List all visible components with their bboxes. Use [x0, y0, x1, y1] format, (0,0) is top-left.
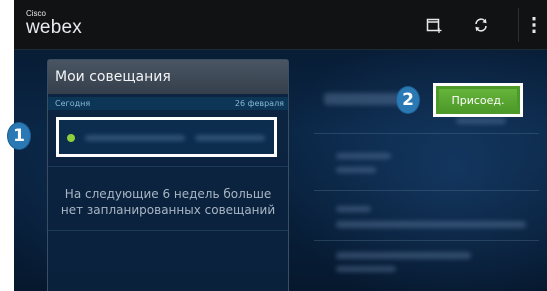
- list-divider: [48, 166, 288, 167]
- meeting-status-dot: [67, 134, 75, 142]
- date-label: 26 февраля: [234, 99, 284, 108]
- meetings-card: Мои совещания Сегодня 26 февраля На след…: [47, 59, 289, 291]
- meetings-card-title: Мои совещания: [48, 60, 288, 94]
- app-screen: Cisco webex Мои совещания Сегодня 26 фев…: [14, 0, 547, 291]
- logo-webex-text: webex: [26, 17, 82, 38]
- blurred-meeting-title: [85, 135, 185, 141]
- webex-logo: Cisco webex: [26, 10, 82, 38]
- callout-1: 1: [7, 122, 31, 150]
- blurred-detail-value: [336, 221, 526, 228]
- today-label: Сегодня: [55, 99, 91, 108]
- blurred-join-subtext: [456, 118, 506, 124]
- detail-divider: [314, 240, 539, 241]
- blurred-meeting-time: [195, 135, 265, 141]
- blurred-detail-label: [336, 153, 391, 159]
- overflow-menu-icon[interactable]: [521, 12, 547, 38]
- calendar-add-icon[interactable]: [421, 12, 447, 38]
- list-divider: [48, 230, 288, 231]
- join-meeting-button[interactable]: Присоед.: [433, 83, 523, 117]
- blurred-detail-value: [336, 167, 376, 173]
- no-meetings-message: На следующие 6 недель больше нет заплани…: [60, 187, 276, 217]
- toolbar-divider: [518, 8, 519, 42]
- detail-divider: [314, 133, 539, 134]
- callout-2: 2: [396, 86, 420, 114]
- refresh-icon[interactable]: [468, 12, 494, 38]
- blurred-detail-value: [336, 266, 396, 272]
- meeting-list-item[interactable]: [56, 117, 277, 157]
- blurred-detail-value: [336, 252, 471, 259]
- detail-divider: [314, 190, 539, 191]
- date-header: Сегодня 26 февраля: [48, 97, 288, 110]
- blurred-detail-label: [336, 206, 371, 212]
- action-bar: Cisco webex: [14, 0, 547, 50]
- join-button-label: Присоед.: [451, 93, 505, 107]
